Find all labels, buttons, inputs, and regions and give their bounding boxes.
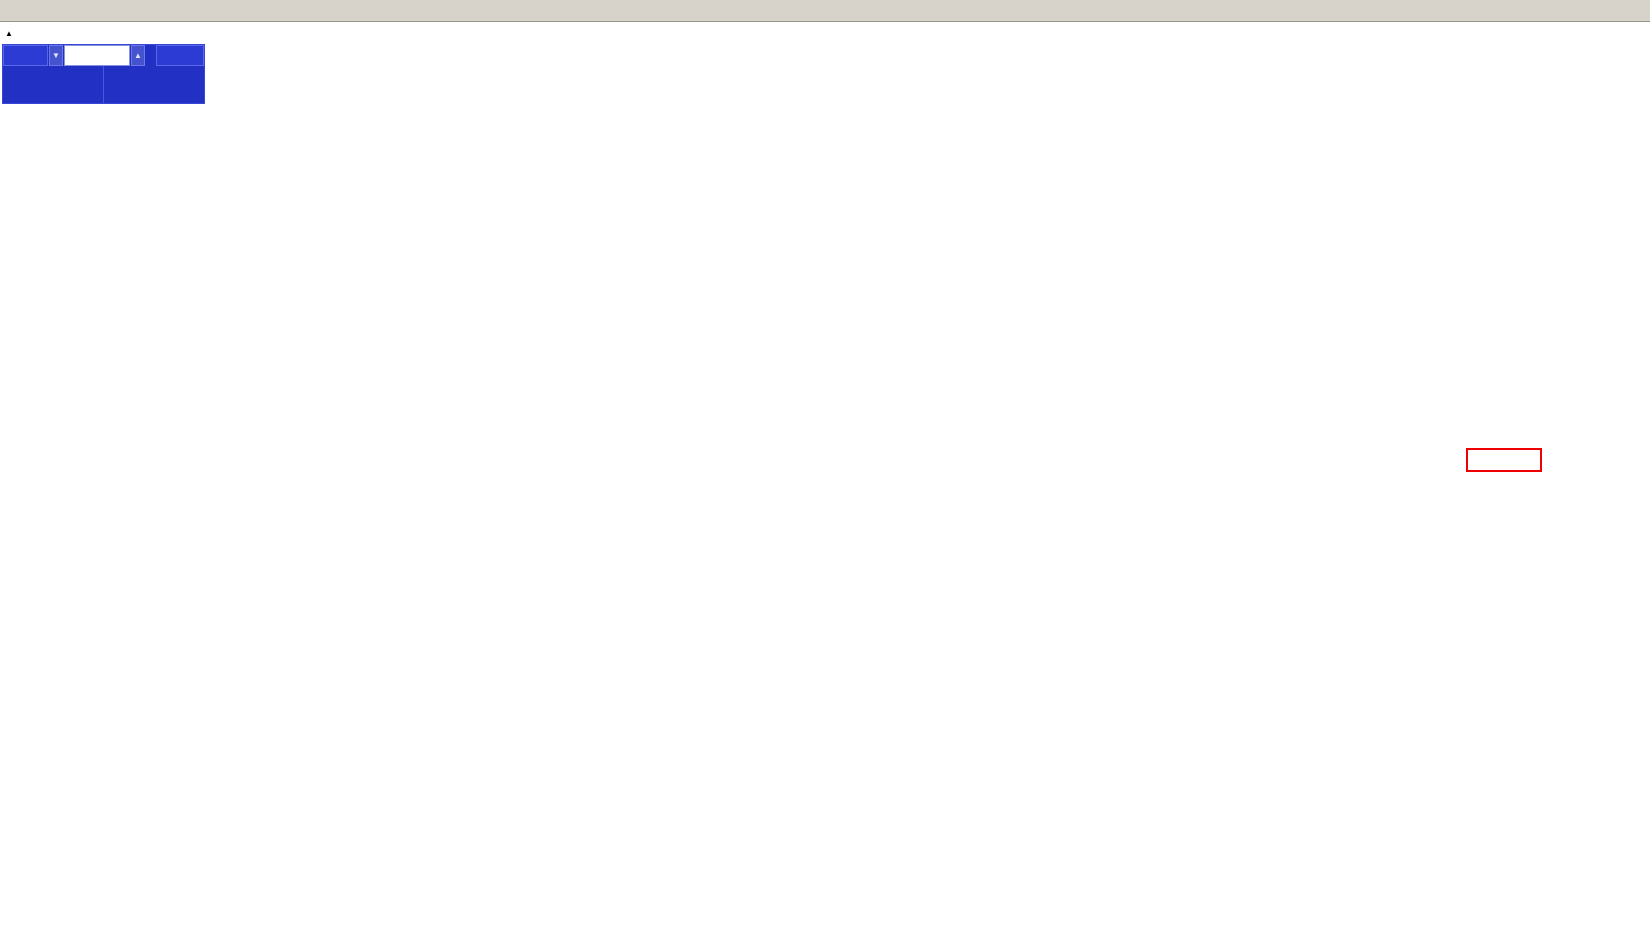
sell-price-display[interactable] (3, 66, 103, 103)
volume-input[interactable] (64, 45, 130, 66)
one-click-trading-panel: ▼ ▲ (2, 44, 205, 104)
macd-indicator-label (3, 585, 14, 597)
sell-button[interactable] (3, 45, 48, 66)
main-toolbar (0, 0, 1650, 22)
mt4-window: ▲ ▼ ▲ (0, 0, 1650, 941)
buy-button[interactable] (156, 45, 204, 66)
window-triangle-icon: ▲ (5, 29, 13, 38)
price-chart (0, 0, 1650, 941)
buy-price-display[interactable] (104, 66, 204, 103)
volume-decrease-button[interactable]: ▼ (49, 45, 63, 66)
price-annotation-label[interactable] (1466, 448, 1542, 472)
chart-ohlc-header: ▲ (5, 27, 42, 39)
volume-increase-button[interactable]: ▲ (131, 45, 145, 66)
rsi-indicator-label (3, 754, 9, 766)
